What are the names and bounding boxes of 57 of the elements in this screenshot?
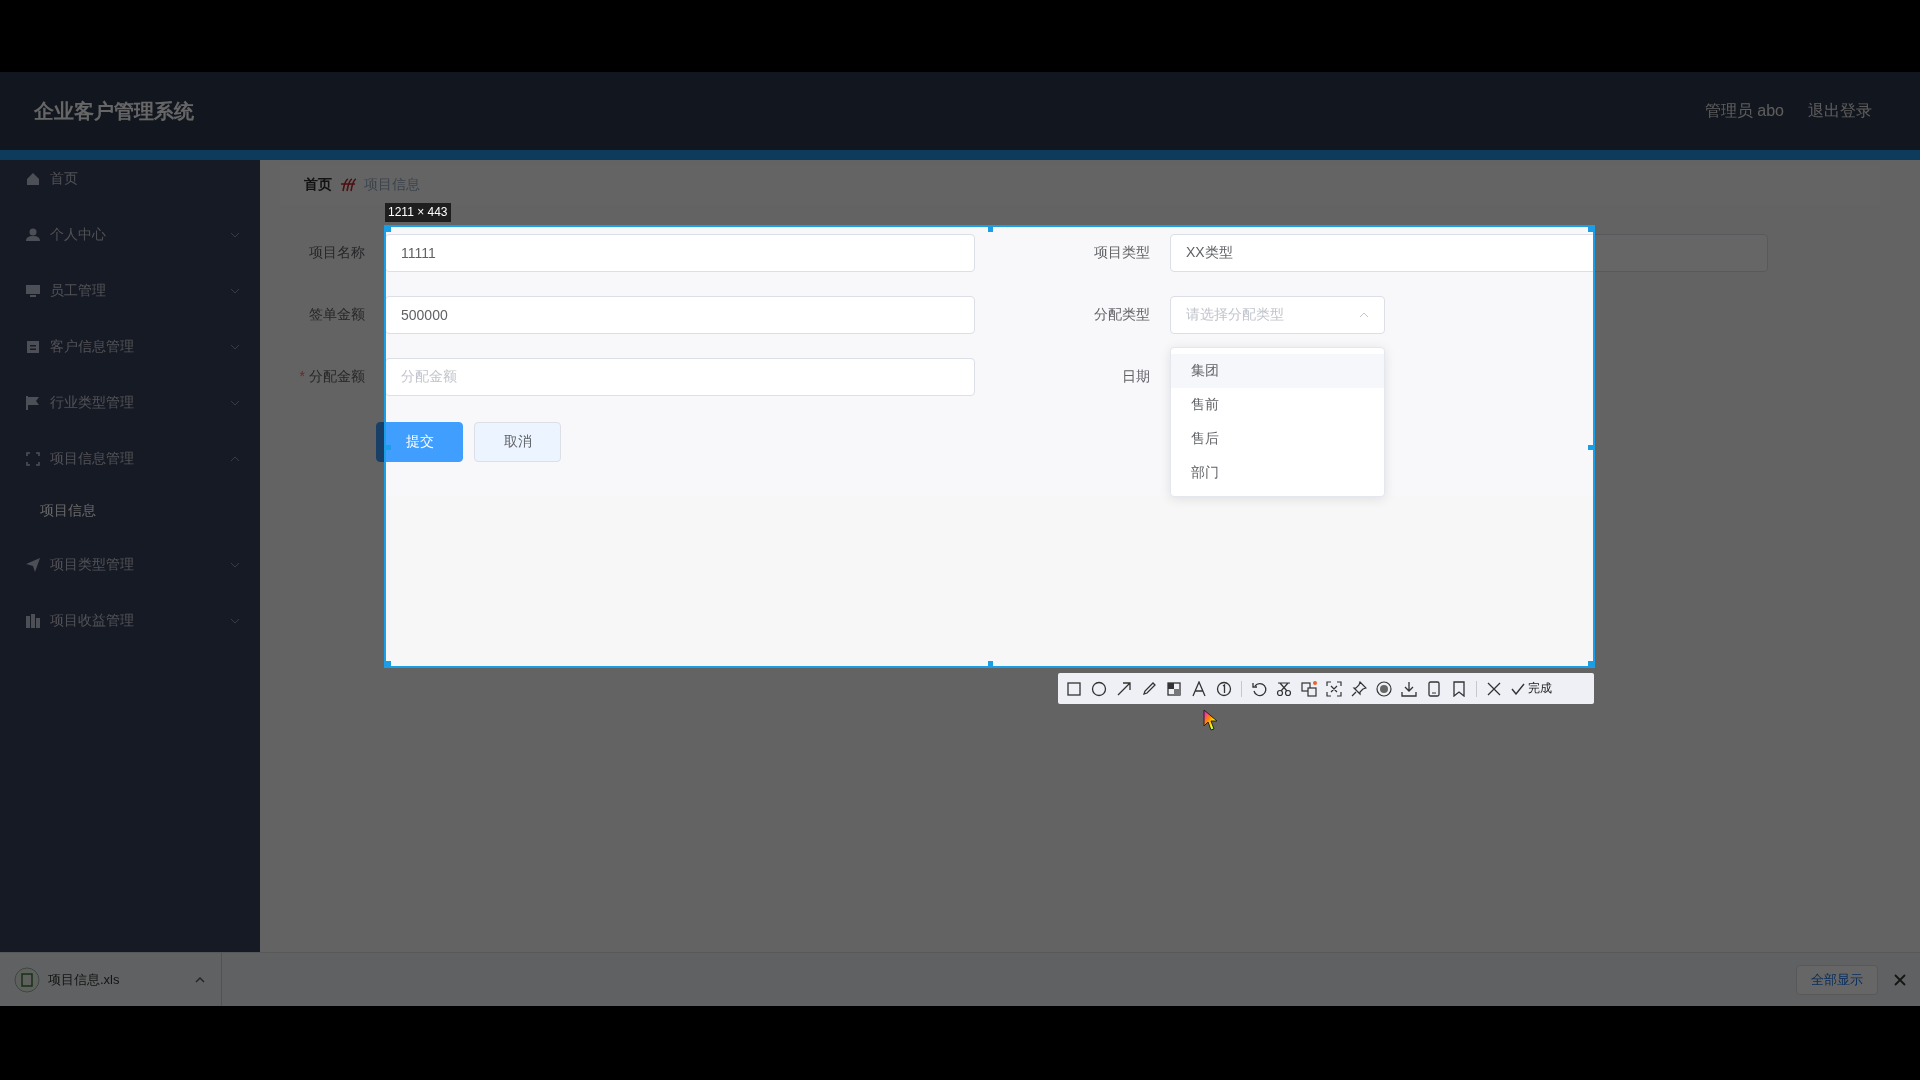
text-tool-icon[interactable] xyxy=(1191,680,1207,697)
field-label: 分配类型 xyxy=(1094,306,1150,322)
required-asterisk: * xyxy=(299,368,305,384)
logout-link[interactable]: 退出登录 xyxy=(1808,100,1872,122)
separator-icon xyxy=(340,178,356,192)
frame-icon xyxy=(26,452,40,466)
spreadsheet-file-icon xyxy=(14,966,40,993)
dropdown-option[interactable]: 售前 xyxy=(1171,388,1384,422)
field-label: 项目类型 xyxy=(1094,244,1150,260)
mosaic-icon[interactable] xyxy=(1166,680,1182,697)
number-marker-icon[interactable] xyxy=(1216,680,1232,697)
clipboard-icon xyxy=(26,340,40,354)
app-title: 企业客户管理系统 xyxy=(34,98,195,124)
download-file-name[interactable]: 项目信息.xls xyxy=(48,970,187,989)
bookmark-icon[interactable] xyxy=(1451,680,1467,697)
input-field[interactable]: 500000 xyxy=(385,296,975,334)
undo-icon[interactable] xyxy=(1251,680,1267,697)
submit-button[interactable]: 提交 xyxy=(376,422,463,462)
field-label: 签单金额 xyxy=(309,306,365,322)
show-all-button[interactable]: 全部显示 xyxy=(1796,964,1878,995)
input-field[interactable]: 分配金额 xyxy=(385,358,975,396)
arrow-icon[interactable] xyxy=(1116,680,1132,697)
pencil-icon[interactable] xyxy=(1141,680,1157,697)
breadcrumb-link[interactable]: 首页 xyxy=(304,176,332,194)
sidebar-subitem[interactable]: 项目信息 xyxy=(0,496,260,546)
field-label: 项目名称 xyxy=(309,244,365,260)
record-icon[interactable] xyxy=(1376,680,1392,697)
rectangle-icon[interactable] xyxy=(1066,680,1082,697)
user-name: 管理员 abo xyxy=(1704,100,1784,121)
pin-icon[interactable] xyxy=(1351,680,1367,697)
check-icon xyxy=(1511,682,1525,695)
scan-text-icon[interactable] xyxy=(1326,680,1342,697)
download-icon[interactable] xyxy=(1401,680,1417,697)
chevron-up-icon[interactable] xyxy=(195,976,205,983)
scissors-icon[interactable] xyxy=(1276,680,1292,697)
monitor-icon xyxy=(26,284,40,298)
input-field[interactable]: XX类型 xyxy=(1170,234,1768,272)
phone-icon[interactable] xyxy=(1426,680,1442,697)
dropdown-option[interactable]: 售后 xyxy=(1171,422,1384,456)
translate-icon[interactable] xyxy=(1301,680,1317,697)
input-field[interactable]: 11111 xyxy=(385,234,975,272)
cursor-icon xyxy=(1203,709,1219,731)
circle-icon[interactable] xyxy=(1091,680,1107,697)
flag-icon xyxy=(26,396,40,410)
field-label: 分配金额 xyxy=(309,368,365,384)
home-icon xyxy=(26,172,40,186)
cancel-button[interactable]: 取消 xyxy=(474,422,561,462)
dropdown-option[interactable]: 集团 xyxy=(1171,354,1384,388)
select-field[interactable]: 请选择分配类型 xyxy=(1170,296,1385,334)
user-icon xyxy=(26,228,40,242)
chart-icon xyxy=(26,614,40,628)
done-button[interactable]: 完成 xyxy=(1511,677,1552,700)
field-label: 日期 xyxy=(1122,368,1150,384)
dropdown-option[interactable]: 部门 xyxy=(1171,456,1384,490)
paper-plane-icon xyxy=(26,558,40,572)
close-icon[interactable] xyxy=(1486,680,1502,697)
selection-size-label: 1211 × 443 xyxy=(385,203,451,222)
